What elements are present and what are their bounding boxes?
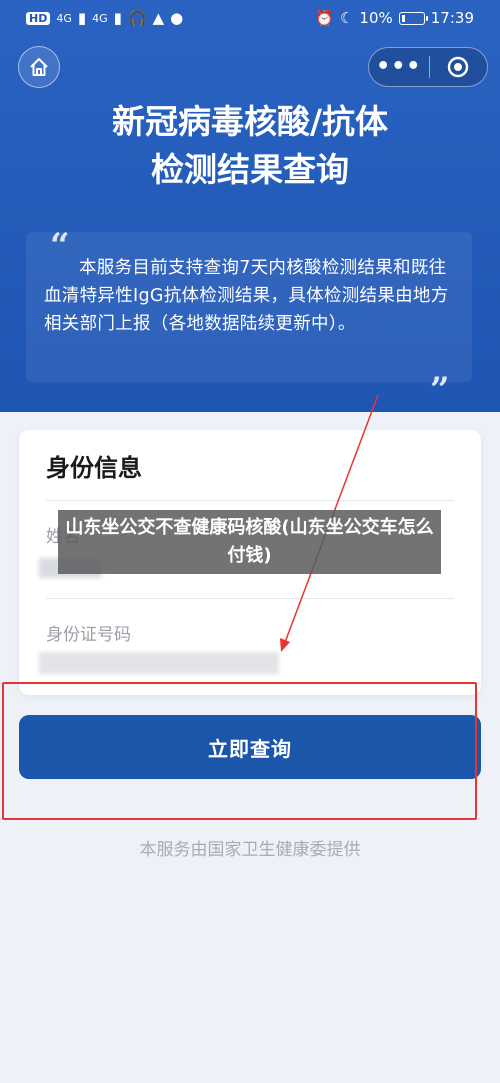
- home-icon: [30, 58, 48, 76]
- notification-icon: ▲: [152, 9, 165, 27]
- battery-percent: 10%: [359, 9, 393, 27]
- signal-bars-icon: ▮: [113, 9, 122, 27]
- section-title: 身份信息: [46, 454, 142, 482]
- quote-close-icon: ”: [430, 370, 450, 410]
- footer-text: 本服务由国家卫生健康委提供: [139, 840, 361, 860]
- mini-program-capsule: •••: [368, 47, 488, 87]
- id-number-input[interactable]: [39, 652, 279, 674]
- close-button[interactable]: [429, 55, 487, 79]
- moon-icon: ☾: [339, 9, 354, 27]
- more-dots-icon[interactable]: •••: [369, 49, 429, 85]
- message-icon: ●: [170, 9, 184, 27]
- headphones-icon: 🎧: [127, 9, 147, 27]
- home-button[interactable]: [18, 46, 60, 88]
- target-icon: [448, 56, 469, 78]
- id-label: 身份证号码: [46, 625, 131, 645]
- page-title: 新冠病毒核酸/抗体 检测结果查询: [0, 98, 500, 194]
- watermark-overlay: 山东坐公交不查健康码核酸(山东坐公交车怎么付钱): [58, 510, 441, 574]
- divider: [46, 500, 454, 501]
- notice-box: “ 本服务目前支持查询7天内核酸检测结果和既往血清特异性IgG抗体检测结果，具体…: [26, 226, 472, 382]
- signal-bars-icon: ▮: [77, 9, 87, 27]
- alarm-icon: ⏰: [315, 9, 334, 27]
- title-line-1: 新冠病毒核酸/抗体: [111, 102, 389, 141]
- signal-icon: 4G: [56, 11, 72, 25]
- title-line-2: 检测结果查询: [151, 150, 349, 189]
- divider: [46, 598, 454, 599]
- hd-badge: HD: [26, 11, 51, 25]
- status-bar: HD 4G ▮ 4G ▮ 🎧 ▲ ● ⏰ ☾ 10% 17:39: [0, 0, 500, 36]
- signal-icon: 4G: [92, 11, 108, 25]
- notice-text: 本服务目前支持查询7天内核酸检测结果和既往血清特异性IgG抗体检测结果，具体检测…: [44, 258, 449, 334]
- clock: 17:39: [430, 9, 474, 27]
- highlight-box: [2, 682, 477, 820]
- battery-icon: [398, 11, 428, 25]
